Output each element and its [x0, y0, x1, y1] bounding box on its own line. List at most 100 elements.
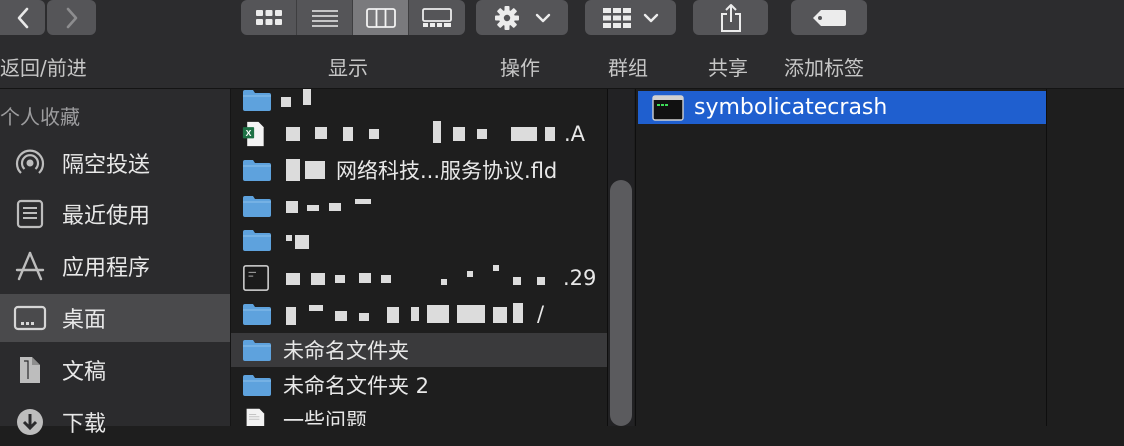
list-item[interactable]: 未命名文件夹 2	[231, 368, 607, 402]
downloads-icon	[12, 404, 48, 440]
blurred-text	[513, 303, 523, 323]
share-icon	[720, 3, 741, 32]
chevron-right-icon	[66, 7, 77, 28]
sidebar-item-label: 文稿	[62, 360, 107, 385]
file-name: .29	[563, 266, 597, 290]
sidebar-item-applications[interactable]: 应用程序	[0, 242, 230, 290]
blurred-text	[309, 305, 323, 311]
blurred-text	[295, 235, 309, 249]
sidebar-item-documents[interactable]: 文稿	[0, 346, 230, 394]
recents-icon	[12, 196, 48, 232]
folder-icon	[243, 340, 271, 361]
document-icon	[246, 408, 265, 426]
blurred-text	[427, 305, 449, 323]
excel-file-icon: X	[242, 121, 264, 147]
blurred-text	[387, 307, 399, 323]
share-button[interactable]	[693, 0, 768, 35]
list-item-selected[interactable]: symbolicatecrash	[638, 91, 1046, 124]
sidebar-item-label: 下载	[62, 412, 107, 437]
blurred-text	[511, 127, 537, 141]
blurred-text	[329, 203, 341, 211]
column-view-icon	[365, 7, 396, 28]
list-item[interactable]	[231, 189, 607, 223]
blurred-text	[303, 89, 311, 105]
blurred-text	[477, 129, 487, 139]
toolbar: 返回/前进 显示 操作 群组 共享 添加标签	[0, 0, 1124, 89]
list-item[interactable]: X .A	[231, 117, 607, 151]
file-name: 未命名文件夹 2	[283, 374, 430, 398]
folder-icon	[243, 230, 271, 251]
blurred-text	[467, 271, 473, 277]
sidebar-item-airdrop[interactable]: 隔空投送	[0, 139, 230, 187]
icon-view-button[interactable]	[241, 0, 297, 35]
column-view-button[interactable]	[353, 0, 409, 35]
applications-icon	[12, 248, 48, 284]
share-label: 共享	[708, 56, 748, 80]
tag-icon	[813, 9, 846, 26]
blurred-text	[411, 307, 419, 321]
sidebar-item-recents[interactable]: 最近使用	[0, 190, 230, 238]
chevron-left-icon	[17, 7, 28, 28]
blurred-text	[545, 127, 555, 141]
file-name: 未命名文件夹	[283, 339, 409, 363]
group-button[interactable]	[585, 0, 676, 35]
folder-icon	[243, 375, 271, 396]
blurred-text	[286, 273, 300, 285]
column-desktop: X .A 网络科技...服务协议.fld .29 / 未命名文件夹 未命名文件夹…	[231, 89, 607, 426]
view-mode-control	[241, 0, 465, 35]
sidebar-item-downloads[interactable]: 下载	[0, 398, 230, 446]
desktop-icon	[12, 300, 48, 336]
blurred-text	[315, 127, 327, 139]
grid-view-icon	[255, 9, 282, 25]
list-item[interactable]	[231, 223, 607, 257]
file-name: 网络科技...服务协议.fld	[336, 159, 558, 183]
forward-button[interactable]	[47, 0, 96, 35]
blurred-text	[355, 199, 371, 204]
group-grid-icon	[602, 7, 631, 28]
blurred-text	[335, 311, 347, 321]
blurred-text	[359, 273, 371, 283]
scrollbar-thumb[interactable]	[610, 180, 632, 426]
column-preview	[1047, 89, 1124, 426]
gear-icon	[495, 5, 519, 30]
list-item[interactable]: 一些问题	[231, 403, 607, 426]
list-item[interactable]: 未命名文件夹	[231, 333, 607, 367]
blurred-text	[286, 201, 298, 213]
blurred-text	[493, 265, 499, 271]
column-folder-contents: symbolicatecrash	[636, 89, 1046, 426]
blurred-text	[281, 97, 291, 107]
blurred-text	[537, 277, 545, 285]
list-view-button[interactable]	[297, 0, 353, 35]
blurred-text	[307, 205, 319, 211]
sidebar-item-label: 应用程序	[62, 256, 151, 281]
chevron-down-icon	[643, 13, 658, 22]
folder-icon	[243, 160, 271, 181]
blurred-text	[286, 235, 292, 241]
back-button[interactable]	[0, 0, 45, 35]
list-item[interactable]: .29	[231, 261, 607, 295]
blurred-text	[433, 121, 441, 143]
blurred-text	[441, 279, 447, 285]
nav-label: 返回/前进	[0, 56, 87, 80]
add-tags-button[interactable]	[791, 0, 867, 35]
file-name: 一些问题	[283, 409, 367, 426]
gallery-view-button[interactable]	[409, 0, 465, 35]
folder-icon	[243, 90, 271, 111]
file-name: .A	[564, 122, 586, 146]
blurred-text	[286, 127, 300, 141]
terminal-file-icon	[243, 265, 269, 291]
list-item[interactable]	[231, 89, 607, 117]
blurred-text	[493, 307, 507, 323]
blurred-text	[286, 159, 300, 181]
list-item[interactable]: /	[231, 297, 607, 331]
terminal-exec-icon	[652, 95, 684, 121]
blurred-text	[343, 127, 353, 141]
view-label: 显示	[328, 56, 368, 80]
action-button[interactable]	[476, 0, 568, 35]
sidebar: 个人收藏 隔空投送 最近使用 应用程序 桌面 文稿 下载	[0, 89, 231, 437]
folder-icon	[243, 304, 271, 325]
blurred-text	[335, 275, 345, 283]
svg-text:X: X	[246, 128, 252, 138]
sidebar-item-desktop[interactable]: 桌面	[0, 294, 230, 342]
list-item[interactable]: 网络科技...服务协议.fld	[231, 153, 607, 187]
